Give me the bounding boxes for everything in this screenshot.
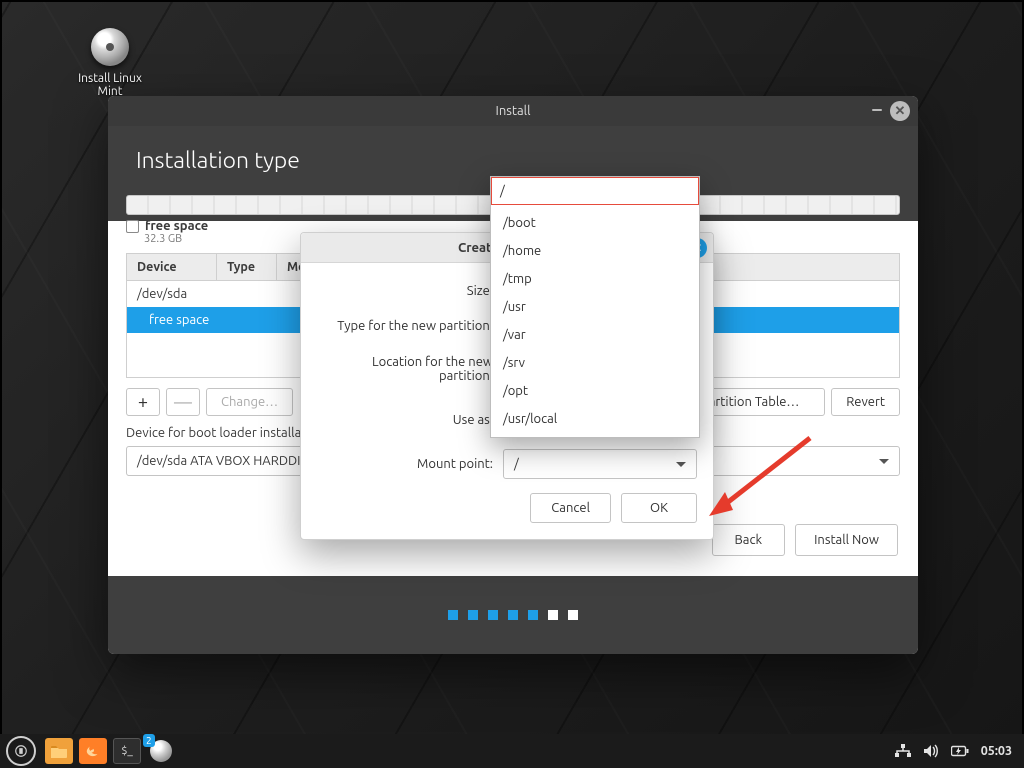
taskbar-badge: 2 (143, 734, 155, 747)
installer-taskbar-icon[interactable]: 2 (147, 738, 175, 764)
wizard-pager (108, 576, 918, 654)
mount-point-value: / (514, 457, 519, 471)
pager-dot[interactable] (508, 610, 518, 620)
system-tray[interactable]: 05:03 (895, 744, 1024, 758)
col-type[interactable]: Type (217, 254, 277, 281)
volume-icon[interactable] (923, 744, 939, 758)
bootloader-device-value: /dev/sda ATA VBOX HARDDISK (137, 454, 315, 468)
desktop-icon-label: Install Linux Mint (70, 72, 150, 98)
network-icon[interactable] (895, 744, 911, 758)
close-button[interactable]: ✕ (890, 101, 910, 121)
mount-point-dropdown[interactable]: / /boot /home /tmp /usr /var /srv /opt /… (490, 176, 700, 438)
pager-dot[interactable] (548, 610, 558, 620)
change-partition-button[interactable]: Change… (206, 388, 293, 416)
dropdown-option[interactable]: /opt (491, 377, 699, 405)
mount-point-combo[interactable]: / (503, 449, 697, 479)
pager-dot[interactable] (488, 610, 498, 620)
minimize-button[interactable] (872, 109, 882, 111)
free-space-label: free space (145, 219, 208, 233)
terminal-icon[interactable]: $_ (113, 738, 141, 764)
use-as-label: Use as: (317, 413, 503, 427)
window-title: Install (496, 104, 531, 118)
file-manager-icon[interactable] (45, 738, 73, 764)
col-device[interactable]: Device (127, 254, 217, 281)
ok-button[interactable]: OK (621, 493, 697, 523)
window-titlebar[interactable]: Install ✕ (108, 96, 918, 126)
disc-icon (91, 28, 129, 66)
firefox-icon[interactable] (79, 738, 107, 764)
remove-partition-button[interactable]: — (166, 388, 200, 416)
start-menu-button[interactable] (6, 736, 36, 766)
free-space-size: 32.3 GB (144, 233, 182, 245)
dropdown-option[interactable]: /var (491, 321, 699, 349)
dropdown-option[interactable]: /boot (491, 209, 699, 237)
dropdown-filter-input[interactable]: / (491, 177, 699, 205)
battery-icon[interactable] (951, 745, 969, 757)
pager-dot[interactable] (448, 610, 458, 620)
pager-dot[interactable] (528, 610, 538, 620)
clock[interactable]: 05:03 (981, 744, 1012, 758)
dropdown-option[interactable]: /home (491, 237, 699, 265)
dropdown-option[interactable]: /usr/local (491, 405, 699, 433)
add-partition-button[interactable]: + (126, 388, 160, 416)
dropdown-option[interactable]: /usr (491, 293, 699, 321)
revert-button[interactable]: Revert (831, 388, 900, 416)
size-label: Size: (317, 284, 503, 298)
desktop-icon-install[interactable]: Install Linux Mint (70, 28, 150, 98)
pager-dot[interactable] (568, 610, 578, 620)
mount-point-label: Mount point: (317, 457, 503, 471)
free-space-checkbox[interactable] (126, 220, 139, 233)
back-button[interactable]: Back (712, 524, 786, 556)
partition-location-label: Location for the new partition: (317, 355, 503, 383)
cancel-button[interactable]: Cancel (530, 493, 611, 523)
pager-dot[interactable] (468, 610, 478, 620)
dropdown-option[interactable]: /tmp (491, 265, 699, 293)
install-now-button[interactable]: Install Now (795, 524, 898, 556)
partition-type-label: Type for the new partition: (317, 319, 503, 333)
dropdown-option[interactable]: /srv (491, 349, 699, 377)
taskbar[interactable]: $_ 2 05:03 (0, 734, 1024, 768)
